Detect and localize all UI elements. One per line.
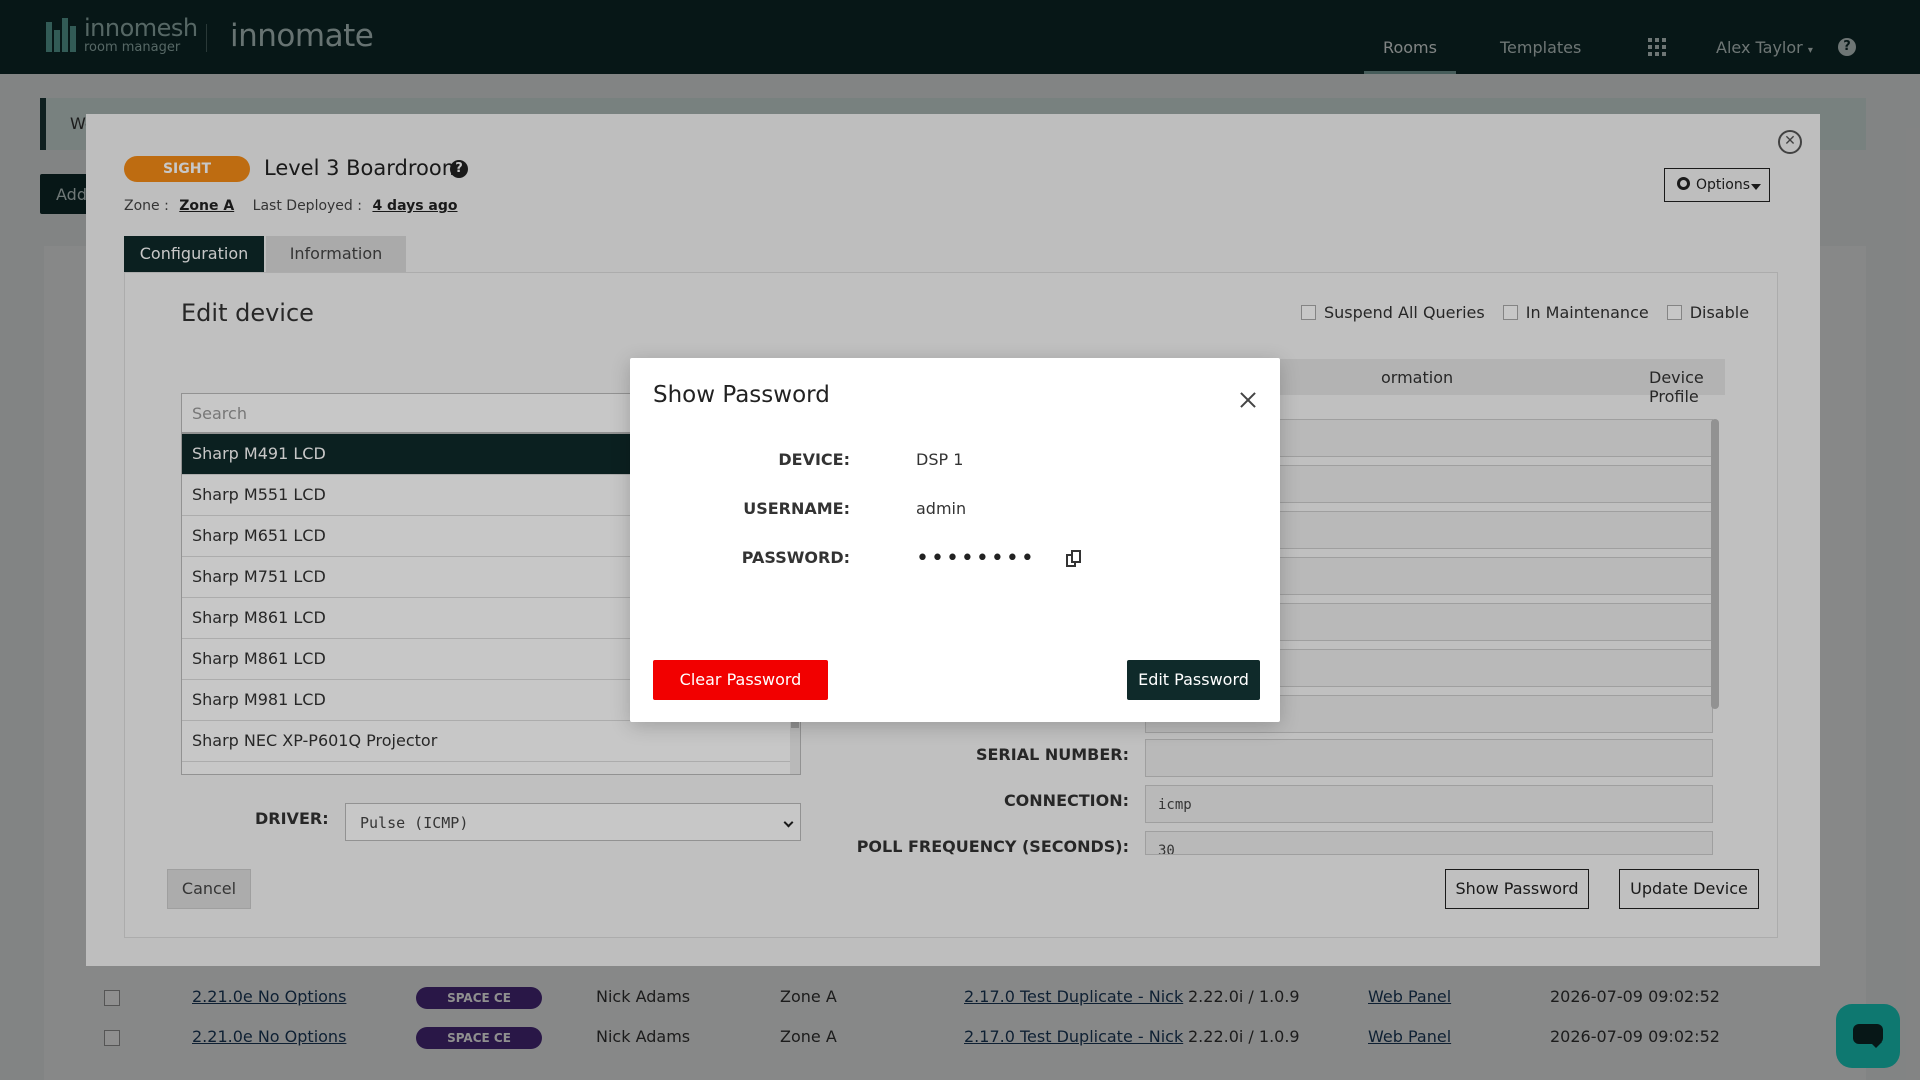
- dialog-title: Show Password: [653, 382, 830, 408]
- edit-password-button[interactable]: Edit Password: [1127, 660, 1260, 700]
- clear-password-button[interactable]: Clear Password: [653, 660, 828, 700]
- show-password-dialog: Show Password DEVICE: DSP 1 USERNAME: ad…: [630, 358, 1280, 722]
- device-label: DEVICE:: [778, 450, 850, 469]
- copy-icon[interactable]: [1066, 550, 1082, 568]
- close-icon[interactable]: [1236, 388, 1260, 412]
- device-value: DSP 1: [916, 450, 964, 469]
- password-masked-value: ••••••••: [916, 546, 1036, 571]
- username-label: USERNAME:: [743, 499, 850, 518]
- username-value: admin: [916, 499, 967, 518]
- password-label: PASSWORD:: [741, 548, 850, 567]
